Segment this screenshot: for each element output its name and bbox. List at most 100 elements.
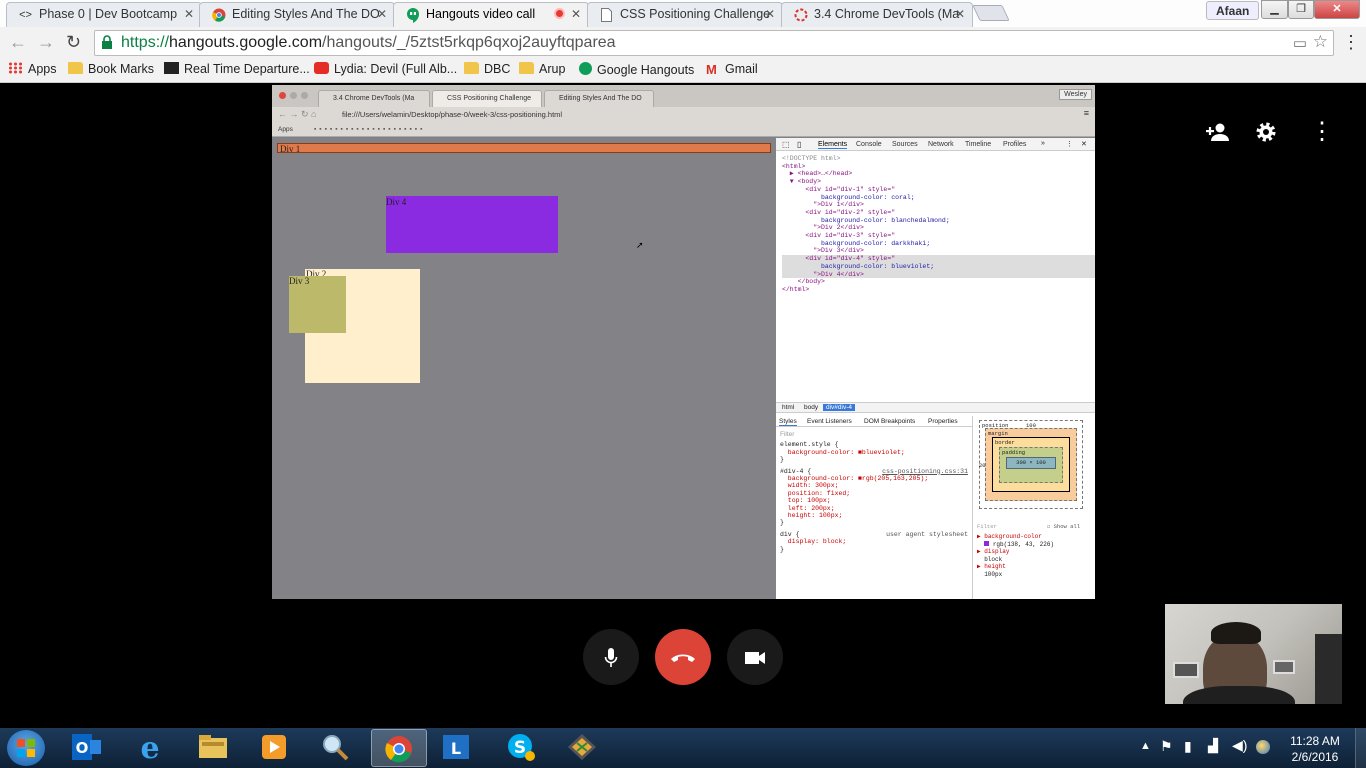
forward-button[interactable]: → bbox=[37, 32, 55, 53]
chrome-icon bbox=[211, 8, 226, 23]
new-tab-button[interactable] bbox=[972, 5, 1010, 21]
back-button[interactable]: ← bbox=[9, 32, 27, 53]
person-hair bbox=[1211, 622, 1261, 644]
bookmark-label: Google Hangouts bbox=[597, 63, 695, 77]
style-line: #div-4 {css-positioning.css:31 bbox=[780, 468, 968, 475]
ua-stylesheet-label: user agent stylesheet bbox=[886, 530, 968, 538]
dom-line: <!DOCTYPE html> bbox=[782, 155, 841, 162]
tab-css-positioning[interactable]: CSS Positioning Challenge ✕ bbox=[587, 2, 783, 27]
action-center-icon[interactable]: ⚑ bbox=[1160, 738, 1173, 755]
file-explorer-icon[interactable] bbox=[196, 732, 234, 764]
skype-icon[interactable]: S bbox=[504, 732, 542, 764]
computed-prop: ▶ background-color bbox=[977, 533, 1042, 540]
add-people-icon[interactable] bbox=[1206, 122, 1230, 148]
computed-value: rgb(138, 43, 226) bbox=[977, 540, 1055, 549]
close-window-button[interactable]: ✕ bbox=[1314, 0, 1360, 19]
dom-tree: <!DOCTYPE html> <html> ▶ <head>…</head> … bbox=[776, 151, 1095, 401]
box-content: 300 × 100 bbox=[1006, 457, 1056, 469]
subtab-event-listeners: Event Listeners bbox=[807, 418, 852, 425]
microphone-icon bbox=[604, 647, 618, 667]
mac-zoom-icon bbox=[301, 92, 308, 99]
tab-hangouts[interactable]: Hangouts video call ✕ bbox=[393, 2, 589, 27]
computed-filter: Filter bbox=[977, 523, 997, 530]
checkbox-icon: ☐ bbox=[1047, 523, 1051, 530]
shared-tab: CSS Positioning Challenge bbox=[432, 90, 542, 107]
url-host: hangouts.google.com bbox=[169, 34, 323, 51]
toggle-camera-button[interactable] bbox=[727, 629, 783, 685]
lync-icon[interactable]: L bbox=[440, 732, 478, 764]
hangouts-icon bbox=[579, 62, 592, 75]
bookmark-real-time[interactable]: Real Time Departure... bbox=[164, 62, 310, 76]
cast-icon[interactable]: ▭ bbox=[1293, 34, 1307, 52]
padding-label: padding bbox=[1002, 449, 1026, 456]
close-icon[interactable]: ✕ bbox=[765, 7, 775, 21]
tab-phase0[interactable]: <> Phase 0 | Dev Bootcamp ✕ bbox=[6, 2, 202, 27]
bookmark-label: Lydia: Devil (Full Alb... bbox=[334, 62, 458, 76]
show-hidden-icons[interactable]: ▲ bbox=[1140, 740, 1151, 752]
media-player-icon[interactable] bbox=[258, 732, 296, 764]
style-selector: #div-4 { bbox=[780, 467, 812, 475]
show-all-label: Show all bbox=[1053, 523, 1081, 530]
bookmark-lydia[interactable]: Lydia: Devil (Full Alb... bbox=[314, 62, 457, 76]
outlook-icon[interactable]: O bbox=[70, 732, 108, 764]
bookmark-star-icon[interactable]: ☆ bbox=[1313, 32, 1328, 52]
dom-line: </html> bbox=[782, 285, 810, 293]
minimize-button[interactable]: ▁ bbox=[1261, 0, 1288, 19]
bookmark-arup[interactable]: Arup bbox=[519, 62, 565, 76]
close-icon[interactable]: ✕ bbox=[571, 7, 581, 21]
chrome-menu-icon[interactable]: ⋮ bbox=[1342, 32, 1360, 53]
div-1-box: Div 1 bbox=[277, 143, 771, 154]
computed-value: block bbox=[977, 556, 1054, 564]
more-options-icon[interactable]: ⋮ bbox=[1310, 120, 1334, 144]
clock[interactable]: 11:28 AM 2/6/2016 bbox=[1284, 733, 1346, 765]
settings-gear-icon[interactable] bbox=[1255, 121, 1277, 149]
show-desktop-button[interactable] bbox=[1355, 728, 1366, 768]
close-icon[interactable]: ✕ bbox=[377, 7, 387, 21]
youtube-icon bbox=[314, 62, 329, 74]
dom-line: <div id="div-2" style=" bbox=[782, 208, 896, 216]
maximize-button[interactable]: ❐ bbox=[1288, 0, 1314, 19]
git-tool-icon[interactable] bbox=[565, 732, 603, 764]
dom-line: background-color: darkkhaki; bbox=[782, 239, 931, 247]
address-bar[interactable]: https://hangouts.google.com/hangouts/_/5… bbox=[94, 30, 1334, 56]
close-icon[interactable]: ✕ bbox=[955, 7, 965, 21]
bookmark-gmail[interactable]: M Gmail bbox=[706, 62, 758, 77]
volume-icon[interactable]: ◀) bbox=[1232, 737, 1247, 754]
style-line: background-color: ■rgb(205,163,205); bbox=[780, 475, 929, 483]
internet-explorer-icon[interactable]: e bbox=[134, 731, 172, 766]
video-camera-icon bbox=[745, 651, 765, 664]
tab-label: Phase 0 | Dev Bootcamp bbox=[39, 7, 178, 21]
power-icon[interactable]: ▮ bbox=[1184, 738, 1192, 755]
reload-button[interactable]: ↻ bbox=[66, 32, 81, 53]
dom-line: </body> bbox=[782, 278, 825, 286]
device-icon: ▯ bbox=[797, 140, 802, 149]
folder-icon bbox=[464, 62, 479, 74]
hang-up-button[interactable] bbox=[655, 629, 711, 685]
bookmark-dbc[interactable]: DBC bbox=[464, 62, 510, 76]
bookmark-book-marks[interactable]: Book Marks bbox=[68, 62, 154, 76]
computed-prop: ▶ display bbox=[977, 548, 1010, 555]
search-icon[interactable] bbox=[320, 732, 358, 764]
dom-line: ">Div 3</div> bbox=[782, 247, 864, 255]
lock-icon bbox=[102, 35, 112, 49]
mute-microphone-button[interactable] bbox=[583, 629, 639, 685]
shared-nav-icon: ← → ↻ ⌂ bbox=[278, 109, 317, 119]
box-model-pane: position 100 200 margin border padding 3… bbox=[972, 416, 1095, 599]
person-shoulders bbox=[1183, 686, 1295, 704]
bookmark-label: Arup bbox=[539, 62, 566, 76]
self-video-thumbnail[interactable] bbox=[1165, 604, 1342, 704]
network-icon[interactable]: ▟ bbox=[1208, 738, 1218, 754]
chrome-taskbar-button[interactable] bbox=[371, 729, 427, 767]
dom-line: ▼ <body> bbox=[782, 178, 822, 186]
close-icon[interactable]: ✕ bbox=[184, 7, 194, 21]
computed-prop-name: height bbox=[984, 563, 1006, 570]
computed-value-text: rgb(138, 43, 226) bbox=[992, 540, 1055, 548]
bookmark-google-hangouts[interactable]: Google Hangouts bbox=[579, 62, 694, 77]
profile-button[interactable]: Afaan bbox=[1206, 1, 1260, 20]
tab-devtools-lesson[interactable]: 3.4 Chrome DevTools (Ma ✕ bbox=[781, 2, 973, 27]
bookmark-apps[interactable]: Apps bbox=[8, 62, 57, 76]
tab-editing-styles[interactable]: Editing Styles And The DO ✕ bbox=[199, 2, 395, 27]
breadcrumb-item-selected: div#div-4 bbox=[823, 404, 856, 411]
start-button[interactable] bbox=[7, 730, 45, 766]
language-icon[interactable] bbox=[1256, 740, 1270, 754]
